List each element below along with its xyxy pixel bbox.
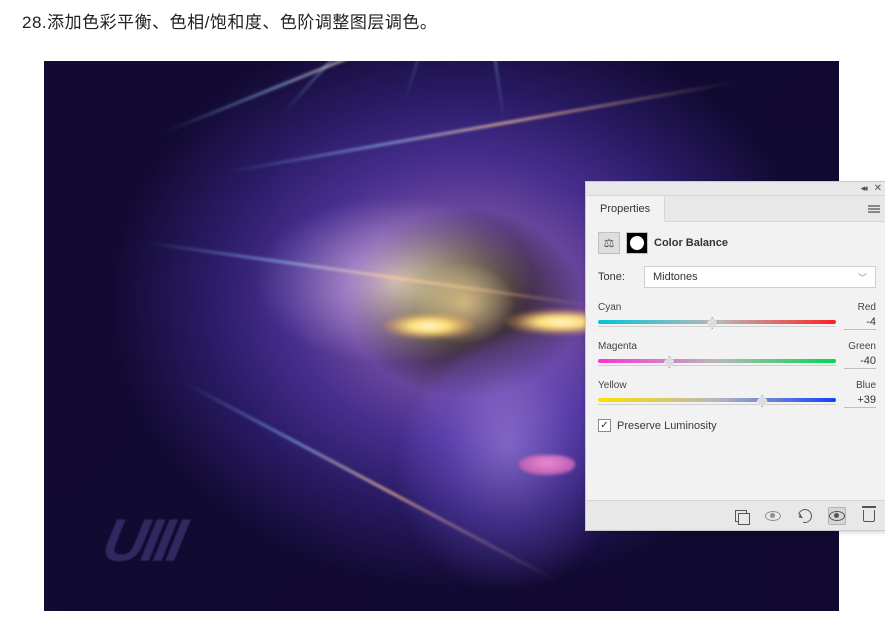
- label-cyan: Cyan: [598, 302, 621, 313]
- canvas-wrap: UIII ◂◂ ✕ Properties ⚖ Color Balance Ton…: [44, 61, 839, 611]
- page-title: 28.添加色彩平衡、色相/饱和度、色阶调整图层调色。: [0, 0, 885, 33]
- layer-mask-icon[interactable]: [626, 232, 648, 254]
- value-yellow-blue[interactable]: +39: [844, 394, 876, 408]
- slider-handle[interactable]: [706, 317, 718, 329]
- preserve-luminosity-label: Preserve Luminosity: [617, 420, 717, 432]
- slider-yellow-blue: Yellow Blue +39: [598, 380, 876, 409]
- slider-handle[interactable]: [663, 356, 675, 368]
- collapse-icon[interactable]: ◂◂: [861, 183, 866, 194]
- balance-icon[interactable]: ⚖: [598, 232, 620, 254]
- close-icon[interactable]: ✕: [874, 183, 882, 194]
- label-yellow: Yellow: [598, 380, 627, 391]
- tone-value: Midtones: [653, 271, 698, 283]
- panel-tabbar: Properties: [586, 196, 885, 222]
- tab-properties[interactable]: Properties: [586, 196, 665, 222]
- slider-cyan-red: Cyan Red -4: [598, 302, 876, 331]
- delete-icon[interactable]: [860, 507, 878, 525]
- value-cyan-red[interactable]: -4: [844, 316, 876, 330]
- properties-panel: ◂◂ ✕ Properties ⚖ Color Balance Tone: Mi…: [585, 181, 885, 531]
- clip-to-layer-icon[interactable]: [732, 507, 750, 525]
- view-previous-icon[interactable]: [764, 507, 782, 525]
- panel-titlebar: ◂◂ ✕: [586, 182, 885, 196]
- value-magenta-green[interactable]: -40: [844, 355, 876, 369]
- preserve-luminosity-checkbox[interactable]: ✓: [598, 419, 611, 432]
- preserve-luminosity-row[interactable]: ✓ Preserve Luminosity: [598, 419, 876, 432]
- adjustment-title: Color Balance: [654, 237, 728, 249]
- slider-cyan-red-track[interactable]: [598, 315, 836, 331]
- chevron-down-icon: ﹀: [858, 271, 867, 284]
- panel-menu-icon[interactable]: [860, 196, 885, 222]
- lips: [519, 455, 575, 475]
- panel-footer: [586, 500, 885, 530]
- watermark: UIII: [97, 506, 189, 575]
- visibility-icon[interactable]: [828, 507, 846, 525]
- label-red: Red: [858, 302, 876, 313]
- label-green: Green: [848, 341, 876, 352]
- slider-magenta-green-track[interactable]: [598, 354, 836, 370]
- slider-yellow-blue-track[interactable]: [598, 393, 836, 409]
- reset-icon[interactable]: [796, 507, 814, 525]
- label-blue: Blue: [856, 380, 876, 391]
- tone-select[interactable]: Midtones ﹀: [644, 266, 876, 288]
- adjustment-header: ⚖ Color Balance: [598, 232, 876, 254]
- slider-magenta-green: Magenta Green -40: [598, 341, 876, 370]
- label-magenta: Magenta: [598, 341, 637, 352]
- tone-label: Tone:: [598, 271, 634, 283]
- slider-handle[interactable]: [756, 395, 768, 407]
